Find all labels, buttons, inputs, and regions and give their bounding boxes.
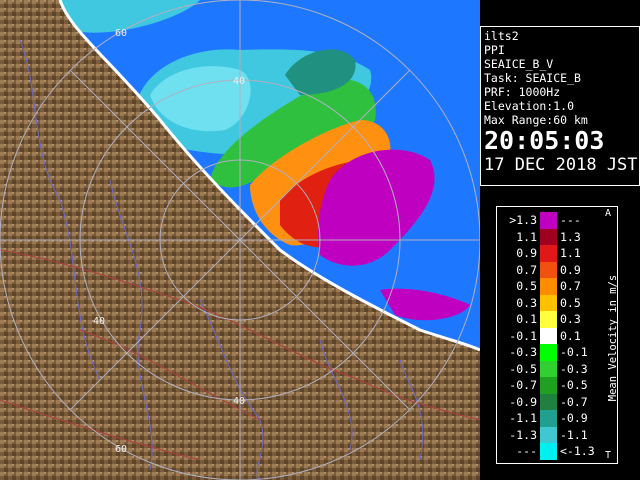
legend-row-lower-label: 0.1	[516, 312, 537, 326]
legend-row-lower-label: 1.1	[516, 229, 537, 244]
range-label-top: 60	[115, 28, 127, 39]
scan-mode: PPI	[484, 43, 505, 57]
legend-row-lower-label: >1.3	[509, 213, 537, 227]
legend-row-upper-label: -0.1	[560, 345, 588, 359]
range-label-inner-top: 40	[233, 76, 245, 87]
legend-row-upper-label: 1.3	[560, 229, 581, 244]
range-label-left: 40	[93, 316, 105, 327]
legend-color-swatch	[540, 410, 557, 427]
legend-row: 0.7 0.9	[497, 261, 597, 279]
legend-row-upper-label: 0.7	[560, 279, 581, 293]
legend-color-swatch	[540, 327, 557, 345]
legend-row: 0.9 1.1	[497, 245, 597, 262]
range-label-bottom-outer: 60	[115, 444, 127, 455]
prf-value: PRF: 1000Hz	[484, 85, 561, 99]
scan-info-panel: ilts2 PPI SEAICE_B_V Task: SEAICE_B PRF:…	[480, 26, 640, 186]
legend-row: -0.5 -0.3	[497, 360, 597, 378]
legend-row-lower-label: -0.9	[509, 394, 537, 409]
radar-ppi-display: 60 40 40 40 60	[0, 0, 480, 480]
legend-unit-label-box: Mean Velocity in m/s	[606, 222, 620, 454]
legend-color-swatch	[540, 228, 557, 246]
legend-row-lower-label: ---	[516, 444, 537, 458]
legend-color-swatch	[540, 344, 557, 361]
task-name: Task: SEAICE_B	[484, 71, 581, 85]
legend-corner-bottom: T	[605, 450, 612, 461]
station-name: ilts2	[484, 29, 519, 43]
legend-color-swatch	[540, 278, 557, 295]
legend-row-lower-label: -1.3	[509, 427, 537, 442]
legend-row-upper-label: 0.1	[560, 328, 581, 343]
legend-color-swatch	[540, 393, 557, 411]
legend-row-upper-label: 0.3	[560, 312, 581, 326]
legend-row-upper-label: -1.1	[560, 427, 588, 442]
velocity-legend: >1.3 --- 1.1 1.3 0.9 1.1 0.7 0.9 0.5 0.7 0.3 0.5 0.1…	[496, 206, 618, 464]
legend-row-lower-label: 0.7	[516, 262, 537, 277]
legend-row: -0.7 -0.5	[497, 377, 597, 394]
max-range-value: Max Range:60 km	[484, 113, 588, 127]
legend-row: -1.1 -0.9	[497, 410, 597, 427]
legend-row-upper-label: -0.5	[560, 378, 588, 392]
legend-row-upper-label: <-1.3	[560, 444, 595, 458]
scan-date: 17 DEC 2018 JST	[484, 155, 638, 175]
legend-color-swatch	[540, 245, 557, 262]
legend-row-lower-label: -0.7	[509, 378, 537, 392]
legend-row-lower-label: -0.1	[509, 328, 537, 343]
legend-row: 0.3 0.5	[497, 294, 597, 312]
legend-row: -0.1 0.1	[497, 327, 597, 345]
legend-corner-top: A	[605, 208, 612, 219]
legend-row-upper-label: -0.3	[560, 361, 588, 376]
elevation-value: Elevation:1.0	[484, 99, 575, 113]
legend-row-upper-label: 0.5	[560, 295, 581, 310]
legend-row: 0.5 0.7	[497, 278, 597, 295]
legend-row-lower-label: 0.9	[516, 246, 537, 260]
legend-row-upper-label: 1.1	[560, 246, 581, 260]
legend-row-lower-label: -1.1	[509, 411, 537, 425]
legend-row: 1.1 1.3	[497, 228, 597, 246]
range-label-bottom: 40	[233, 396, 245, 407]
legend-row: -0.9 -0.7	[497, 393, 597, 411]
legend-row: -1.3 -1.1	[497, 426, 597, 444]
legend-color-swatch	[540, 426, 557, 444]
legend-row: 0.1 0.3	[497, 311, 597, 328]
scan-time: 20:05:03	[484, 126, 605, 155]
legend-row-upper-label: -0.9	[560, 411, 588, 425]
legend-color-swatch	[540, 377, 557, 394]
legend-color-swatch	[540, 443, 557, 460]
legend-row-upper-label: ---	[560, 213, 581, 227]
legend-row-upper-label: 0.9	[560, 262, 581, 277]
legend-row: --- <-1.3	[497, 443, 597, 460]
radar-map: 60 40 40 40 60	[0, 0, 480, 480]
legend-color-swatch	[540, 360, 557, 378]
legend-color-swatch	[540, 212, 557, 229]
legend-row-upper-label: -0.7	[560, 394, 588, 409]
legend-color-swatch	[540, 294, 557, 312]
scan-name: SEAICE_B_V	[484, 57, 554, 71]
legend-row-lower-label: 0.5	[516, 279, 537, 293]
legend-row: >1.3 ---	[497, 212, 597, 229]
legend-row-lower-label: -0.5	[509, 361, 537, 376]
legend-unit-label: Mean Velocity in m/s	[607, 274, 619, 402]
range-rings	[0, 0, 480, 480]
legend-row-lower-label: 0.3	[516, 295, 537, 310]
legend-row: -0.3 -0.1	[497, 344, 597, 361]
legend-color-swatch	[540, 311, 557, 328]
legend-row-lower-label: -0.3	[509, 345, 537, 359]
legend-color-swatch	[540, 261, 557, 279]
